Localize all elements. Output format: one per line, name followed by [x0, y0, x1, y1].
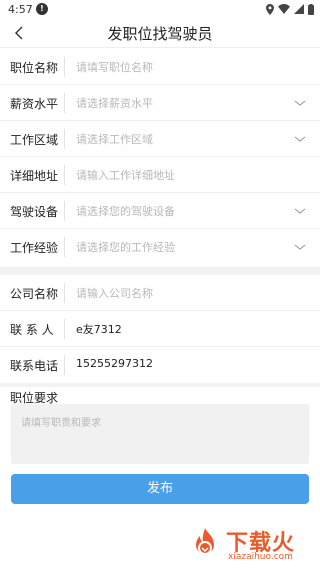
row-divider: [64, 283, 65, 303]
job-title-input[interactable]: 请填写职位名称: [76, 59, 153, 75]
row-divider: [64, 355, 65, 375]
row-divider: [64, 93, 65, 113]
status-icons: [266, 3, 314, 15]
row-divider: [64, 237, 65, 257]
row-label: 工作经验: [10, 241, 59, 255]
work-area-row[interactable]: 工作区域 请选择工作区域: [0, 121, 320, 157]
equipment-select[interactable]: 请选择您的驾驶设备: [76, 203, 175, 219]
watermark-subtext: xiazaihuo.com: [228, 552, 293, 562]
section-gap: [0, 267, 320, 275]
page-title: 发职位找驾驶员: [107, 25, 213, 43]
phone-row[interactable]: 联系电话 15255297312: [0, 347, 320, 383]
address-row[interactable]: 详细地址 请输入工作详细地址: [0, 157, 320, 193]
job-title-row[interactable]: 职位名称 请填写职位名称: [0, 49, 320, 85]
publish-button[interactable]: 发布: [11, 474, 309, 504]
battery-icon: [308, 3, 314, 15]
row-divider: [64, 129, 65, 149]
row-label: 驾驶设备: [10, 205, 59, 219]
fire-logo-icon: [196, 528, 214, 555]
chevron-down-icon: [294, 100, 306, 106]
row-label: 薪资水平: [10, 97, 59, 111]
row-label: 公司名称: [10, 287, 59, 301]
experience-select[interactable]: 请选择您的工作经验: [76, 239, 175, 255]
row-divider: [64, 201, 65, 221]
company-section: 公司名称 请输入公司名称 联 系 人 e友7312 联系电话 152552973…: [0, 275, 320, 383]
row-label: 职位名称: [10, 61, 59, 75]
company-name-row[interactable]: 公司名称 请输入公司名称: [0, 275, 320, 311]
work-area-select[interactable]: 请选择工作区域: [76, 131, 153, 147]
equipment-row[interactable]: 驾驶设备 请选择您的驾驶设备: [0, 193, 320, 229]
chevron-down-icon: [294, 136, 306, 142]
chevron-down-icon: [294, 244, 306, 250]
salary-select[interactable]: 请选择薪资水平: [76, 95, 153, 111]
job-info-section: 职位名称 请填写职位名称 薪资水平 请选择薪资水平 工作区域 请选择工作区域 详…: [0, 49, 320, 265]
row-label: 工作区域: [10, 133, 59, 147]
row-divider: [64, 165, 65, 185]
row-divider: [64, 57, 65, 77]
phone-input[interactable]: 15255297312: [76, 357, 153, 370]
status-bar: 4:57 !: [0, 0, 320, 18]
requirements-placeholder: 请填写职责和要求: [21, 418, 101, 429]
row-label: 联系电话: [10, 359, 59, 373]
requirements-textarea[interactable]: 请填写职责和要求: [11, 404, 309, 464]
status-time: 4:57: [8, 3, 33, 16]
location-icon: [266, 3, 274, 15]
experience-row[interactable]: 工作经验 请选择您的工作经验: [0, 229, 320, 265]
nav-bar: 发职位找驾驶员: [0, 18, 320, 48]
chevron-down-icon: [294, 208, 306, 214]
contact-person-input[interactable]: e友7312: [76, 321, 122, 337]
company-name-input[interactable]: 请输入公司名称: [76, 285, 153, 301]
row-label: 联 系 人: [10, 323, 54, 337]
salary-row[interactable]: 薪资水平 请选择薪资水平: [0, 85, 320, 121]
row-label: 详细地址: [10, 169, 59, 183]
row-divider: [64, 319, 65, 339]
contact-person-row[interactable]: 联 系 人 e友7312: [0, 311, 320, 347]
notification-badge: !: [36, 3, 48, 15]
section-gap: [0, 383, 320, 387]
watermark: 下载火 xiazaihuo.com: [188, 525, 316, 565]
signal-icon: [294, 4, 304, 14]
address-input[interactable]: 请输入工作详细地址: [76, 167, 175, 183]
wifi-icon: [278, 4, 290, 14]
